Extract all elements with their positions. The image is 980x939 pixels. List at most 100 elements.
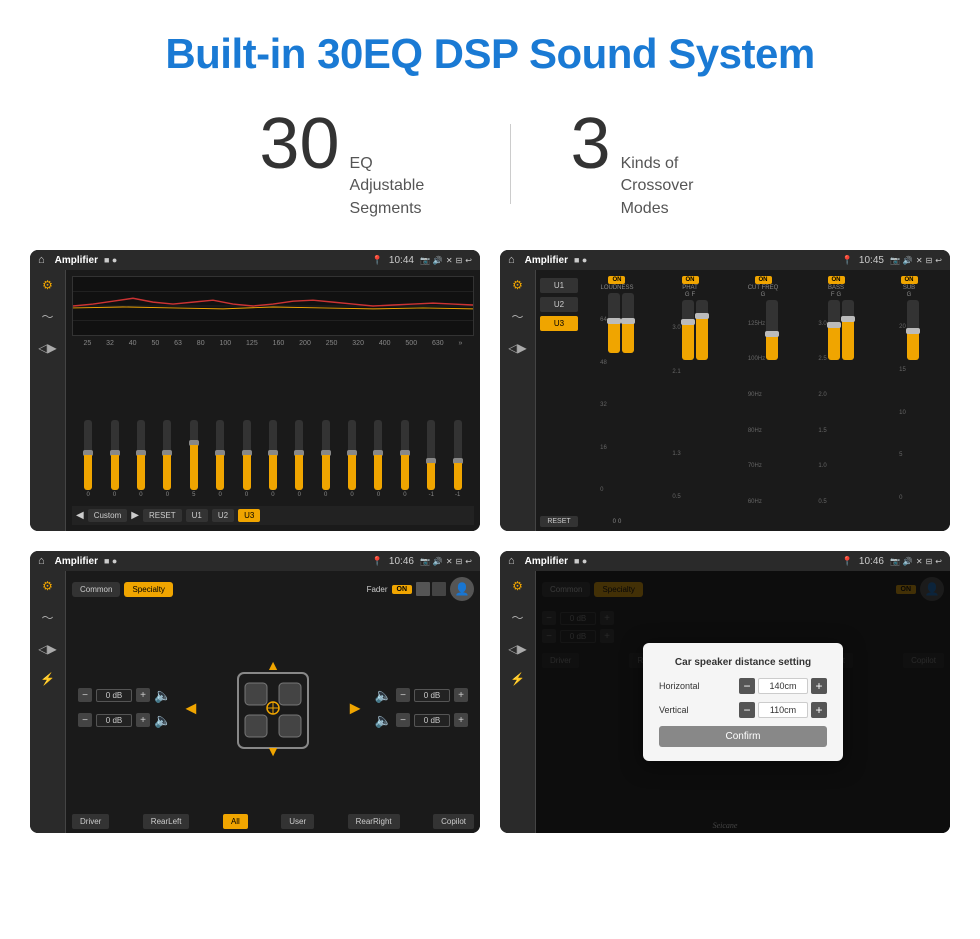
vertical-plus[interactable]: +	[811, 702, 827, 718]
phat-slider-r[interactable]	[696, 300, 708, 360]
screen1-time: 10:44	[389, 255, 414, 266]
eq-icon-4[interactable]: ⚙	[512, 579, 523, 593]
vertical-value: 110cm	[758, 702, 808, 718]
eq-slider-13[interactable]: 0	[401, 420, 409, 498]
right-vol2-minus[interactable]: −	[396, 713, 410, 727]
cutfreq-slider[interactable]	[766, 300, 778, 360]
eq-slider-14[interactable]: -1	[427, 420, 435, 498]
sub-on[interactable]: ON	[901, 276, 918, 284]
wave-icon-3[interactable]: 〜	[41, 609, 53, 626]
common-tab-3[interactable]: Common	[72, 582, 120, 597]
u3-button-1[interactable]: U3	[238, 509, 260, 522]
right-vol2-plus[interactable]: +	[454, 713, 468, 727]
rearright-btn-3[interactable]: RearRight	[348, 814, 400, 829]
speaker-icon-2[interactable]: ◁▶	[508, 341, 526, 355]
close-icon-3: ✕	[446, 557, 453, 566]
horizontal-minus[interactable]: −	[739, 678, 755, 694]
eq-slider-7[interactable]: 0	[243, 420, 251, 498]
phat-on[interactable]: ON	[682, 276, 699, 284]
eq-slider-8[interactable]: 0	[269, 420, 277, 498]
left-vol1-plus[interactable]: +	[136, 688, 150, 702]
eq-slider-6[interactable]: 0	[216, 420, 224, 498]
loudness-on[interactable]: ON	[608, 276, 625, 284]
sub-slider[interactable]	[907, 300, 919, 360]
eq-chart-svg	[73, 277, 473, 335]
rearleft-btn-3[interactable]: RearLeft	[143, 814, 190, 829]
all-btn-3[interactable]: All	[223, 814, 248, 829]
right-vol1-plus[interactable]: +	[454, 688, 468, 702]
reset-dsp[interactable]: RESET	[540, 516, 578, 527]
eq-slider-3[interactable]: 0	[137, 420, 145, 498]
u2-preset[interactable]: U2	[540, 297, 578, 312]
eq-slider-5[interactable]: 5	[190, 420, 198, 498]
wave-icon-2[interactable]: 〜	[511, 308, 523, 325]
specialty-tab-3[interactable]: Specialty	[124, 582, 172, 597]
eq-slider-12[interactable]: 0	[374, 420, 382, 498]
nav-left-3[interactable]: ◀	[185, 699, 196, 716]
eq-slider-11[interactable]: 0	[348, 420, 356, 498]
speaker-r-top: 🔈	[375, 687, 392, 704]
wave-icon-1[interactable]: 〜	[41, 308, 53, 325]
confirm-button[interactable]: Confirm	[659, 726, 827, 747]
vertical-minus[interactable]: −	[739, 702, 755, 718]
left-vol1-minus[interactable]: −	[78, 688, 92, 702]
nav-down-3[interactable]: ▼	[266, 743, 280, 759]
home-icon-3[interactable]: ⌂	[38, 555, 45, 567]
u3-preset[interactable]: U3	[540, 316, 578, 331]
window-icon-3: ⊟	[456, 557, 463, 566]
nav-right-3[interactable]: ▶	[350, 699, 361, 716]
eq-icon-2[interactable]: ⚙	[512, 278, 523, 292]
fader-on-3[interactable]: ON	[392, 585, 413, 594]
speaker-icon-1[interactable]: ◁▶	[38, 341, 56, 355]
u1-button-1[interactable]: U1	[186, 509, 208, 522]
copilot-btn-3[interactable]: Copilot	[433, 814, 474, 829]
left-vol2-minus[interactable]: −	[78, 713, 92, 727]
user-icon-3[interactable]: 👤	[450, 577, 474, 601]
left-vol2-plus[interactable]: +	[136, 713, 150, 727]
back-icon-4: ↩	[935, 557, 942, 566]
eq-slider-9[interactable]: 0	[295, 420, 303, 498]
u2-button-1[interactable]: U2	[212, 509, 234, 522]
eq-slider-1[interactable]: 0	[84, 420, 92, 498]
close-icon-4: ✕	[916, 557, 923, 566]
wave-icon-4[interactable]: 〜	[511, 609, 523, 626]
home-icon-4[interactable]: ⌂	[508, 555, 515, 567]
eq-sliders: 0 0 0 0 5	[72, 351, 474, 502]
screen1-sidebar: ⚙ 〜 ◁▶	[30, 270, 66, 531]
bluetooth-icon-4[interactable]: ⚡	[510, 672, 525, 686]
nav-up-3[interactable]: ▲	[266, 657, 280, 673]
user-btn-3[interactable]: User	[281, 814, 314, 829]
loudness-slider-l[interactable]	[608, 293, 620, 353]
eq-icon-1[interactable]: ⚙	[42, 278, 53, 292]
custom-button[interactable]: Custom	[88, 509, 128, 522]
cutfreq-on[interactable]: ON	[755, 276, 772, 284]
right-vol1-minus[interactable]: −	[396, 688, 410, 702]
phat-slider-l[interactable]	[682, 300, 694, 360]
driver-btn-3[interactable]: Driver	[72, 814, 109, 829]
u1-preset[interactable]: U1	[540, 278, 578, 293]
reset-button-1[interactable]: RESET	[143, 509, 182, 522]
dsp-layout: U1 U2 U3 RESET ON LOUDNESS	[540, 274, 946, 527]
speaker-icon-4[interactable]: ◁▶	[508, 642, 526, 656]
eq-slider-4[interactable]: 0	[163, 420, 171, 498]
screen4-title: Amplifier	[525, 556, 568, 567]
home-icon-1[interactable]: ⌂	[38, 254, 45, 266]
dsp-presets: U1 U2 U3 RESET	[540, 274, 578, 527]
bass-slider-l[interactable]	[828, 300, 840, 360]
loudness-slider-r[interactable]	[622, 293, 634, 353]
bluetooth-icon-3[interactable]: ⚡	[40, 672, 55, 686]
bass-slider-r[interactable]	[842, 300, 854, 360]
speaker-icon-3[interactable]: ◁▶	[38, 642, 56, 656]
home-icon-2[interactable]: ⌂	[508, 254, 515, 266]
screen4-content: ⚙ 〜 ◁▶ ⚡ Common Specialty ON 👤	[500, 571, 950, 832]
eq-slider-10[interactable]: 0	[322, 420, 330, 498]
bass-on[interactable]: ON	[828, 276, 845, 284]
eq-icon-3[interactable]: ⚙	[42, 579, 53, 593]
horizontal-plus[interactable]: +	[811, 678, 827, 694]
next-button[interactable]: ▶	[131, 510, 139, 521]
fader-slider-3[interactable]	[416, 582, 430, 596]
prev-button[interactable]: ◀	[76, 510, 84, 521]
left-vol-row-1: − 0 dB + 🔈	[78, 687, 171, 704]
eq-slider-2[interactable]: 0	[111, 420, 119, 498]
eq-slider-15[interactable]: -1	[454, 420, 462, 498]
